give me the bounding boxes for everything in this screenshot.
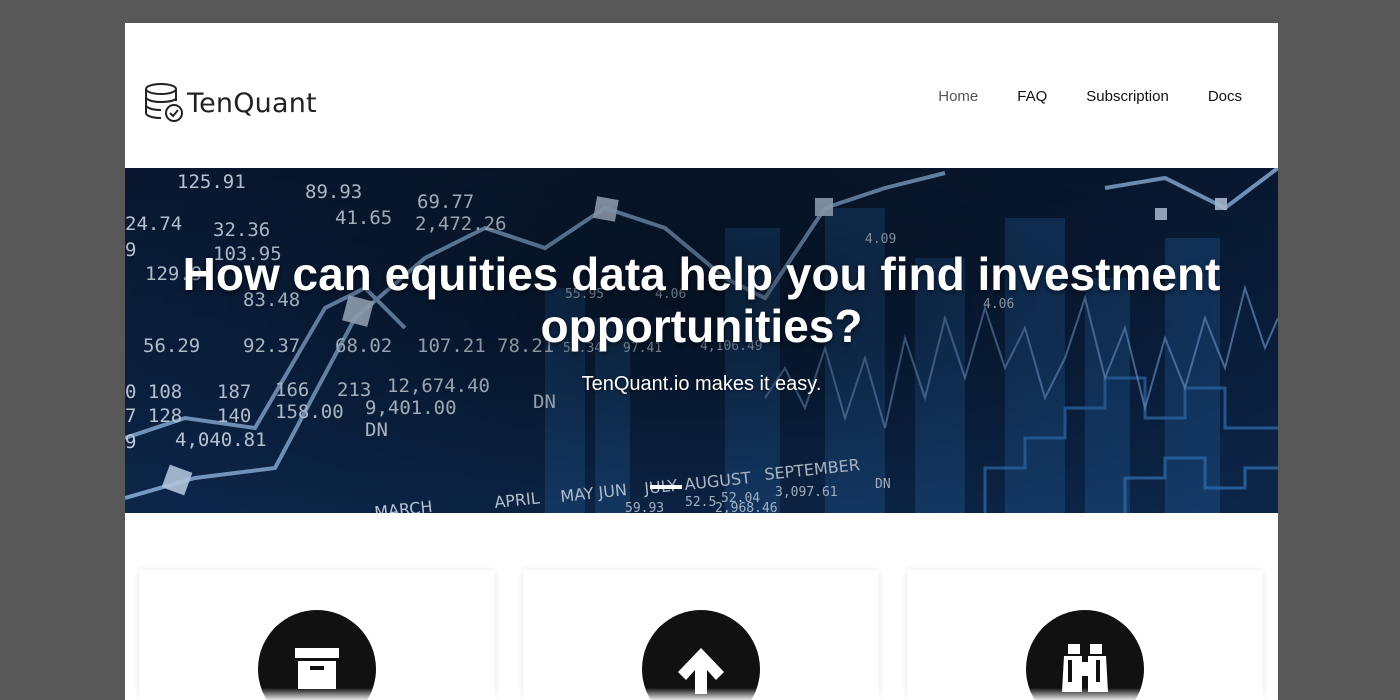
archive-box-icon [295, 648, 339, 689]
feature-card-upload [523, 570, 879, 700]
hero-subtitle: TenQuant.io makes it easy. [581, 373, 822, 395]
site-header: TenQuant Home FAQ Subscription Docs [125, 23, 1278, 168]
feature-icon-circle [258, 610, 376, 700]
browser-page: TenQuant Home FAQ Subscription Docs How … [125, 23, 1278, 700]
feature-card-archive [139, 570, 495, 700]
brand-logo[interactable]: TenQuant [143, 81, 317, 125]
main-nav: Home FAQ Subscription Docs [899, 86, 1242, 106]
binoculars-icon [1062, 644, 1108, 692]
feature-icon-circle [642, 610, 760, 700]
feature-section [125, 513, 1278, 700]
nav-docs[interactable]: Docs [1208, 88, 1242, 105]
feature-card-explore [907, 570, 1263, 700]
bottom-fade [125, 688, 1278, 700]
feature-icon-circle [1026, 610, 1144, 700]
hero-banner: 125.91 89.93 69.77 24.74 32.36 41.65 2,4… [125, 168, 1278, 513]
nav-subscription[interactable]: Subscription [1086, 88, 1169, 105]
nav-home[interactable]: Home [938, 88, 978, 105]
database-check-icon [145, 83, 183, 122]
brand-name: TenQuant [187, 87, 317, 119]
hero-title: How can equities data help you find inve… [182, 248, 1221, 352]
carousel-indicator[interactable] [650, 485, 682, 489]
nav-faq[interactable]: FAQ [1017, 88, 1047, 105]
arrow-up-icon [678, 648, 724, 694]
